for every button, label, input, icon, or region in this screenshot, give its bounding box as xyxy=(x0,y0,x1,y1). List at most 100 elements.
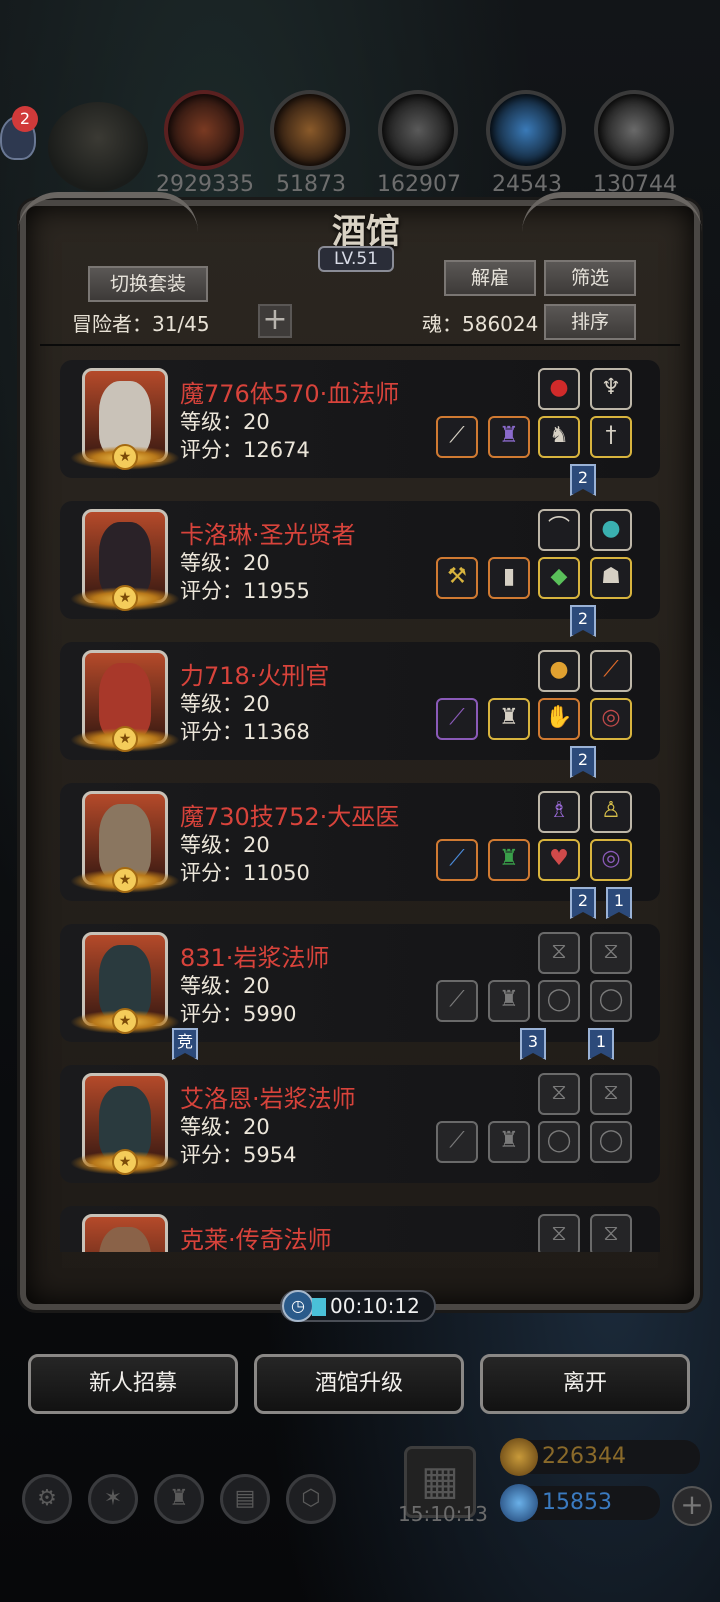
rank-star-icon: ★ xyxy=(112,585,138,611)
hero-portrait xyxy=(82,1214,168,1252)
enhance-flag: 2 xyxy=(570,605,596,637)
ring-icon[interactable]: ◎ xyxy=(590,698,632,740)
plate-armor-icon[interactable]: ♜ xyxy=(488,698,530,740)
enhance-flag: 2 xyxy=(570,746,596,778)
add-capacity-button[interactable]: + xyxy=(258,304,292,338)
mask-icon[interactable]: ☗ xyxy=(590,557,632,599)
empty-armor-slot-icon[interactable]: ♜ xyxy=(488,1121,530,1163)
player-avatar[interactable] xyxy=(48,102,148,192)
timer-progress xyxy=(312,1298,326,1316)
arena-tag: 竞 xyxy=(172,1028,198,1060)
tavern-level-badge: LV.51 xyxy=(318,246,394,272)
header-divider xyxy=(40,344,680,346)
empty-accessory-slot-icon[interactable]: ⧖ xyxy=(590,932,632,974)
lantern-icon[interactable]: ♙ xyxy=(590,791,632,833)
wood-amount: 51873 xyxy=(276,172,346,197)
hero-score: 评分：5954 xyxy=(180,1143,297,1167)
hero-card[interactable]: 克莱·传奇法师 ⧖ ⧖ xyxy=(60,1206,660,1252)
filter-button[interactable]: 筛选 xyxy=(544,260,636,296)
recruit-button[interactable]: 新人招募 xyxy=(28,1354,238,1414)
game-clock: 15:10:13 xyxy=(398,1502,488,1526)
empty-ring-slot-icon[interactable]: ◯ xyxy=(590,1121,632,1163)
gold-counter: 226344 xyxy=(500,1438,700,1476)
gauntlet-icon[interactable]: ✋ xyxy=(538,698,580,740)
empty-accessory-slot-icon[interactable]: ⧖ xyxy=(590,1214,632,1252)
top-resource-bar: 2 2929335 51873 162907 24543 130744 xyxy=(0,88,720,198)
stone-resource-icon[interactable] xyxy=(378,90,458,170)
enhance-flag: 1 xyxy=(606,887,632,919)
gem-amount: 15853 xyxy=(542,1490,612,1515)
wood-resource-icon[interactable] xyxy=(270,90,350,170)
turquoise-gem-icon[interactable]: ● xyxy=(590,509,632,551)
enhance-flag: 2 xyxy=(570,887,596,919)
hero-name: 卡洛琳·圣光贤者 xyxy=(180,521,356,549)
enhance-flag: 3 xyxy=(520,1028,546,1060)
settings-gear-icon[interactable]: ⚙ xyxy=(22,1474,72,1524)
rank-star-icon: ★ xyxy=(112,1008,138,1034)
rank-star-icon: ★ xyxy=(112,867,138,893)
amethyst-ring-icon[interactable]: ◎ xyxy=(590,839,632,881)
hero-name: 831·岩浆法师 xyxy=(180,944,330,972)
rank-star-icon: ★ xyxy=(112,726,138,752)
armor-icon[interactable]: ♜ xyxy=(488,416,530,458)
stone-amount: 162907 xyxy=(377,172,461,197)
dismiss-button[interactable]: 解雇 xyxy=(444,260,536,296)
empty-armor-slot-icon[interactable]: ♜ xyxy=(488,980,530,1022)
hero-card[interactable]: ★ 艾洛恩·岩浆法师 等级：20 评分：5954 ⧖ ⧖ ⟋ ♜ ◯ ◯ xyxy=(60,1065,660,1183)
hero-name: 力718·火刑官 xyxy=(180,662,330,690)
cube-icon[interactable]: ⬡ xyxy=(286,1474,336,1524)
gem-counter: 15853 xyxy=(500,1484,660,1522)
scepter-icon[interactable]: ⟋ xyxy=(436,698,478,740)
amber-orb-icon[interactable]: ● xyxy=(538,650,580,692)
clock-icon: ◷ xyxy=(282,1290,314,1322)
hero-level: 等级：20 xyxy=(180,551,270,575)
bow-icon[interactable]: ⌒ xyxy=(538,509,580,551)
compass-icon[interactable]: ✶ xyxy=(88,1474,138,1524)
hammer-icon[interactable]: ⚒ xyxy=(436,557,478,599)
switch-outfit-button[interactable]: 切换套装 xyxy=(88,266,208,302)
staff-icon[interactable]: ⟋ xyxy=(436,416,478,458)
robe-icon[interactable]: ▮ xyxy=(488,557,530,599)
chalice-icon[interactable]: ♆ xyxy=(590,368,632,410)
empty-weapon-slot-icon[interactable]: ⟋ xyxy=(436,1121,478,1163)
scroll-icon[interactable]: ▤ xyxy=(220,1474,270,1524)
crystal-resource-icon[interactable] xyxy=(486,90,566,170)
empty-accessory-slot-icon[interactable]: ⧖ xyxy=(538,932,580,974)
empty-weapon-slot-icon[interactable]: ⟋ xyxy=(436,980,478,1022)
empty-ring-slot-icon[interactable]: ◯ xyxy=(538,980,580,1022)
totem-icon[interactable]: † xyxy=(590,416,632,458)
spear-icon[interactable]: ⟋ xyxy=(436,839,478,881)
heart-pendant-icon[interactable]: ♥ xyxy=(538,839,580,881)
hero-name: 克莱·传奇法师 xyxy=(180,1226,332,1252)
hero-level: 等级：20 xyxy=(180,833,270,857)
refresh-timer: ◷ 00:10:12 xyxy=(280,1290,436,1322)
empty-ring-slot-icon[interactable]: ◯ xyxy=(538,1121,580,1163)
empty-accessory-slot-icon[interactable]: ⧖ xyxy=(590,1073,632,1115)
enhance-flag: 1 xyxy=(588,1028,614,1060)
hero-card[interactable]: ★ 魔776体570·血法师 等级：20 评分：12674 ● ♆ ⟋ ♜ ♞ … xyxy=(60,360,660,478)
upgrade-tavern-button[interactable]: 酒馆升级 xyxy=(254,1354,464,1414)
meat-resource-icon[interactable] xyxy=(164,90,244,170)
empty-accessory-slot-icon[interactable]: ⧖ xyxy=(538,1214,580,1252)
hero-score: 评分：11050 xyxy=(180,861,310,885)
iron-resource-icon[interactable] xyxy=(594,90,674,170)
emerald-charm-icon[interactable]: ◆ xyxy=(538,557,580,599)
hero-level: 等级：20 xyxy=(180,974,270,998)
empty-ring-slot-icon[interactable]: ◯ xyxy=(590,980,632,1022)
helmet-icon[interactable]: ♞ xyxy=(538,416,580,458)
hero-card[interactable]: ★ 831·岩浆法师 等级：20 评分：5990 ⧖ ⧖ ⟋ ♜ ◯ ◯ xyxy=(60,924,660,1042)
soul-count: 魂：586024 xyxy=(422,312,539,336)
castle-icon[interactable]: ♜ xyxy=(154,1474,204,1524)
hero-card[interactable]: ★ 魔730技752·大巫医 等级：20 评分：11050 ♗ ♙ ⟋ ♜ ♥ … xyxy=(60,783,660,901)
vest-icon[interactable]: ♜ xyxy=(488,839,530,881)
ruby-gem-icon[interactable]: ● xyxy=(538,368,580,410)
fire-wand-icon[interactable]: ⟋ xyxy=(590,650,632,692)
empty-accessory-slot-icon[interactable]: ⧖ xyxy=(538,1073,580,1115)
hero-card[interactable]: ★ 卡洛琳·圣光贤者 等级：20 评分：11955 ⌒ ● ⚒ ▮ ◆ ☗ xyxy=(60,501,660,619)
add-currency-button[interactable]: + xyxy=(672,1486,712,1526)
potion-icon[interactable]: ♗ xyxy=(538,791,580,833)
sort-button[interactable]: 排序 xyxy=(544,304,636,340)
hero-card[interactable]: ★ 力718·火刑官 等级：20 评分：11368 ● ⟋ ⟋ ♜ ✋ ◎ xyxy=(60,642,660,760)
hero-list[interactable]: ★ 魔776体570·血法师 等级：20 评分：12674 ● ♆ ⟋ ♜ ♞ … xyxy=(40,352,680,1252)
leave-button[interactable]: 离开 xyxy=(480,1354,690,1414)
